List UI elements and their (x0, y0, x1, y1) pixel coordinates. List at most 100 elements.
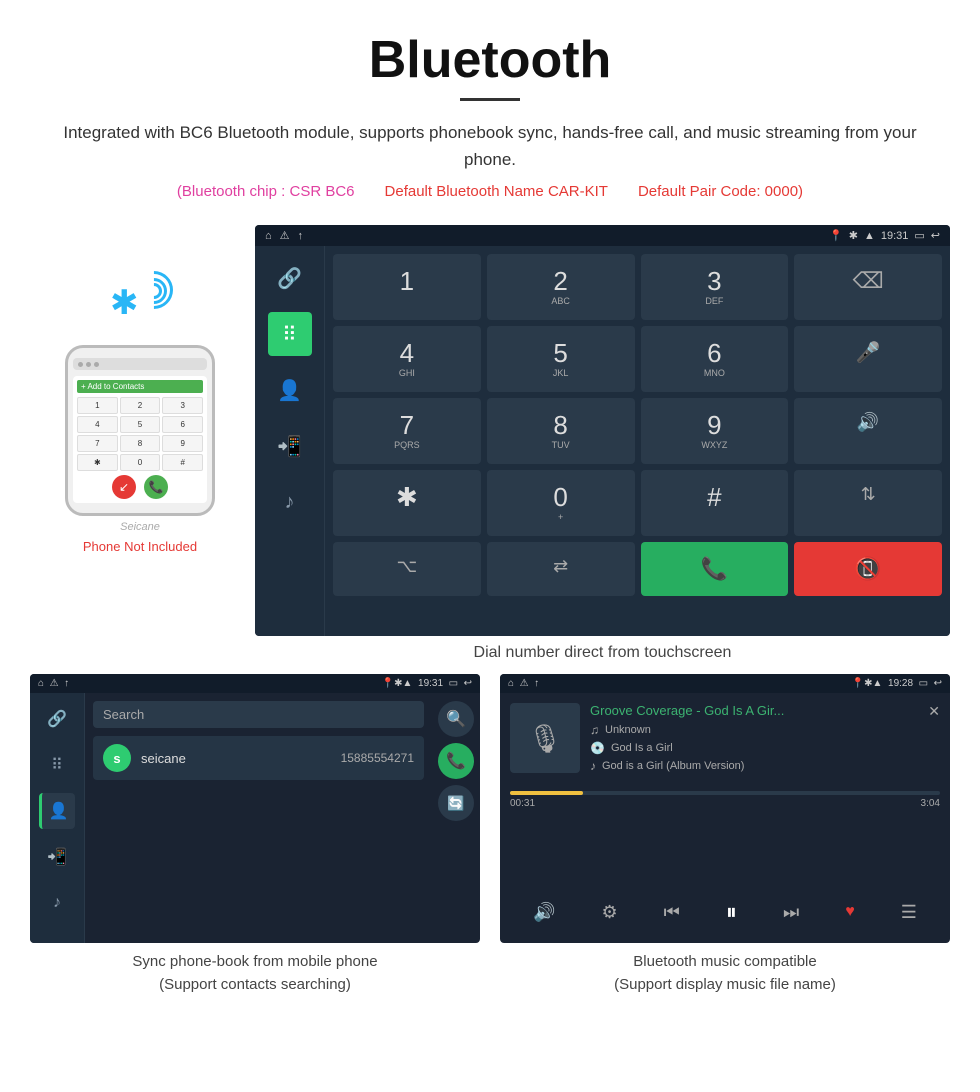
phone-dot (86, 362, 91, 367)
pb-link-icon[interactable]: 🔗 (39, 701, 75, 737)
dial-mute[interactable]: 🎤 (794, 326, 942, 392)
sidebar-music-icon[interactable]: ♪ (268, 480, 312, 524)
dial-key-2[interactable]: 2 ABC (487, 254, 635, 320)
phone-key: 5 (120, 416, 161, 433)
back-icon[interactable]: ↩ (931, 229, 940, 242)
phonebook-caption-line1: Sync phone-book from mobile phone (132, 953, 377, 970)
dial-key-1[interactable]: 1 (333, 254, 481, 320)
pb-music-icon[interactable]: ♪ (39, 885, 75, 921)
dial-key-hash[interactable]: # (641, 470, 789, 536)
music-progress-area: 00:31 3:04 (510, 791, 940, 809)
phone-dot (94, 362, 99, 367)
phone-dot (78, 362, 83, 367)
pb-search-button[interactable]: 🔍 (438, 701, 474, 737)
sidebar-transfer-icon[interactable]: 📲 (268, 424, 312, 468)
dial-key-0[interactable]: 0 + (487, 470, 635, 536)
phone-screen: + Add to Contacts 1 2 3 4 5 6 7 8 9 ✱ 0 … (73, 376, 207, 503)
music-volume-btn[interactable]: 🔊 (533, 902, 555, 923)
pb-search-bar[interactable]: Search (93, 701, 424, 728)
dial-end[interactable]: 📵 (794, 542, 942, 596)
phone-key: 4 (77, 416, 118, 433)
meta-paircode: Default Pair Code: 0000) (638, 183, 803, 200)
music-meta-icon1: ♫ (590, 723, 599, 737)
phone-dialpad: 1 2 3 4 5 6 7 8 9 ✱ 0 # (77, 397, 203, 471)
dial-key-3[interactable]: 3 DEF (641, 254, 789, 320)
dial-key-star[interactable]: ✱ (333, 470, 481, 536)
music-album-art: 🎙 (510, 703, 580, 773)
phonebook-item: ⌂ ⚠ ↑ 📍✱▲ 19:31 ▭ ↩ 🔗 ⠿ 👤 📲 ♪ Search s s… (30, 674, 480, 1001)
phone-illustration-area: ✱ + Add to Contacts 1 2 3 4 5 (30, 225, 250, 554)
phone-key: 6 (162, 416, 203, 433)
dial-key-5[interactable]: 5 JKL (487, 326, 635, 392)
music-eq-btn[interactable]: ⚙ (601, 902, 617, 923)
phone-frame: + Add to Contacts 1 2 3 4 5 6 7 8 9 ✱ 0 … (65, 345, 215, 516)
pb-contact-name: seicane (141, 751, 186, 766)
home-icon: ⌂ (265, 230, 272, 242)
music-list-btn[interactable]: ☰ (901, 902, 917, 923)
header-meta: (Bluetooth chip : CSR BC6 Default Blueto… (60, 183, 920, 200)
music-fav-btn[interactable]: ♥ (845, 903, 855, 921)
dialpad-area: 1 2 ABC 3 DEF ⌫ (325, 246, 950, 636)
page-title: Bluetooth (60, 30, 920, 90)
pb-refresh-button[interactable]: 🔄 (438, 785, 474, 821)
dial-key-8[interactable]: 8 TUV (487, 398, 635, 464)
dial-swap[interactable]: ⇅ (794, 470, 942, 536)
dial-call[interactable]: 📞 (641, 542, 789, 596)
music-content: 🎙 Groove Coverage - God Is A Gir... ♫ Un… (500, 693, 950, 943)
main-section: ✱ + Add to Contacts 1 2 3 4 5 (0, 215, 980, 674)
pb-contact-row: s seicane 15885554271 (93, 736, 424, 780)
music-meta-album: 💿 God Is a Girl (590, 741, 918, 755)
car-status-bar: ⌂ ⚠ ↑ 📍 ✱ ▲ 19:31 ▭ ↩ (255, 225, 950, 246)
clock: 19:31 (881, 230, 909, 242)
music-next-btn[interactable]: ⏭ (783, 902, 799, 923)
bottom-row: ⌂ ⚠ ↑ 📍✱▲ 19:31 ▭ ↩ 🔗 ⠿ 👤 📲 ♪ Search s s… (0, 674, 980, 1021)
pb-status-left: ⌂ ⚠ ↑ (38, 678, 69, 689)
pb-dialpad-icon[interactable]: ⠿ (39, 747, 75, 783)
gps-icon: 📍 (829, 229, 843, 242)
status-bar-right: 📍 ✱ ▲ 19:31 ▭ ↩ (829, 229, 940, 242)
pb-actions: 🔍 📞 🔄 (432, 693, 480, 943)
dial-merge[interactable]: ⌥ (333, 542, 481, 596)
phonebook-screen: ⌂ ⚠ ↑ 📍✱▲ 19:31 ▭ ↩ 🔗 ⠿ 👤 📲 ♪ Search s s… (30, 674, 480, 943)
music-prev-btn[interactable]: ⏮ (664, 902, 680, 923)
dial-key-6[interactable]: 6 MNO (641, 326, 789, 392)
music-progress-fill (510, 791, 583, 795)
phone-call-button: 📞 (144, 475, 168, 499)
pb-contact-avatar: s (103, 744, 131, 772)
music-meta-song: ♪ God is a Girl (Album Version) (590, 759, 918, 773)
phonebook-caption: Sync phone-book from mobile phone (Suppo… (30, 943, 480, 1001)
dial-key-4[interactable]: 4 GHI (333, 326, 481, 392)
music-close-button[interactable]: ✕ (928, 703, 940, 720)
music-meta-icon2: 💿 (590, 741, 605, 755)
pb-contact-number: 15885554271 (341, 751, 414, 765)
music-album-label: God Is a Girl (611, 742, 673, 754)
dialpad-grid: 1 2 ABC 3 DEF ⌫ (333, 254, 942, 596)
dial-key-9[interactable]: 9 WXYZ (641, 398, 789, 464)
phone-key: 8 (120, 435, 161, 452)
battery-icon: ▭ (914, 229, 924, 242)
sidebar-dialpad-icon[interactable]: ⠿ (268, 312, 312, 356)
sidebar-link-icon[interactable]: 🔗 (268, 256, 312, 300)
dial-key-7[interactable]: 7 PQRS (333, 398, 481, 464)
dial-backspace[interactable]: ⌫ (794, 254, 942, 320)
title-divider (460, 98, 520, 101)
wifi-icon: ▲ (864, 230, 875, 242)
music-time-total: 3:04 (921, 798, 940, 809)
music-progress-bar (510, 791, 940, 795)
car-sidebar: 🔗 ⠿ 👤 📲 ♪ (255, 246, 325, 636)
music-status-bar: ⌂ ⚠ ↑ 📍✱▲ 19:28 ▭ ↩ (500, 674, 950, 693)
sidebar-contacts-icon[interactable]: 👤 (268, 368, 312, 412)
pb-call-button[interactable]: 📞 (438, 743, 474, 779)
phone-key: 0 (120, 454, 161, 471)
dial-swap2[interactable]: ⇄ (487, 542, 635, 596)
music-play-btn[interactable]: ⏸ (726, 899, 737, 925)
music-caption-line1: Bluetooth music compatible (633, 953, 816, 970)
phonebook-caption-line2: (Support contacts searching) (159, 976, 351, 993)
pb-contacts-icon[interactable]: 👤 (39, 793, 75, 829)
phone-key: ✱ (77, 454, 118, 471)
music-info: Groove Coverage - God Is A Gir... ♫ Unkn… (590, 703, 918, 777)
music-title: Groove Coverage - God Is A Gir... (590, 703, 918, 718)
dial-volume[interactable]: 🔊 (794, 398, 942, 464)
pb-transfer-icon[interactable]: 📲 (39, 839, 75, 875)
phone-key: 2 (120, 397, 161, 414)
